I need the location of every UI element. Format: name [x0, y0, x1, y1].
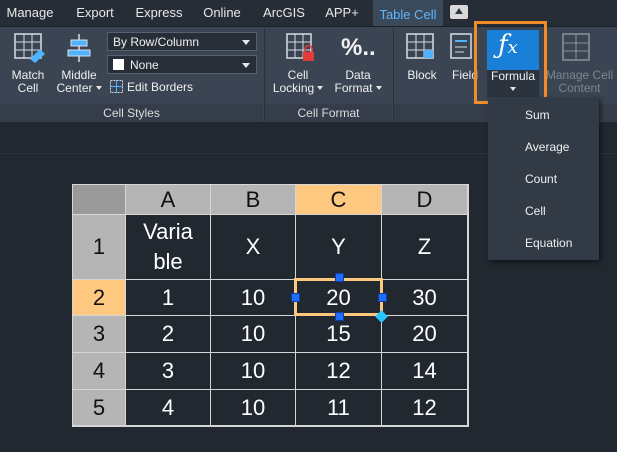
- selected-cell-frame: [294, 278, 383, 316]
- tab-arcgis[interactable]: ArcGIS: [254, 0, 314, 26]
- formula-highlight-frame: [474, 21, 547, 104]
- block-label: Block: [407, 68, 437, 82]
- panel-title-cell-format: Cell Format: [265, 104, 392, 122]
- row-column-value: By Row/Column: [113, 35, 200, 49]
- cell-grip-left[interactable]: [291, 293, 300, 302]
- tab-manage[interactable]: Manage: [0, 0, 60, 26]
- tab-export[interactable]: Export: [64, 0, 126, 26]
- chevron-down-icon: [317, 86, 324, 90]
- cell-locking-button[interactable]: Cell Locking: [272, 69, 324, 95]
- borders-icon: [110, 80, 123, 96]
- menu-item-count[interactable]: Count: [525, 172, 557, 186]
- manage-cell-content-label-2: Content: [558, 81, 601, 95]
- formula-dropdown-menu: Sum Average Count Cell Equation: [488, 97, 599, 260]
- block-button[interactable]: Block: [403, 69, 441, 82]
- block-icon: [406, 33, 436, 68]
- color-swatch-icon: [113, 59, 124, 70]
- data-format-label-2: Format: [330, 82, 386, 95]
- percent-format-icon: %..: [341, 34, 376, 61]
- cell-grip-right[interactable]: [378, 293, 387, 302]
- row-column-select[interactable]: By Row/Column: [107, 32, 257, 51]
- tab-online[interactable]: Online: [192, 0, 252, 26]
- cell-locking-text: Locking: [272, 81, 315, 95]
- tab-table-cell[interactable]: Table Cell: [373, 0, 443, 26]
- menu-item-sum[interactable]: Sum: [525, 108, 550, 122]
- cell-grip-top[interactable]: [335, 273, 344, 282]
- edit-borders-button[interactable]: Edit Borders: [110, 80, 210, 96]
- data-format-text: Format: [334, 81, 373, 95]
- match-cell-icon: [14, 33, 46, 68]
- data-format-button[interactable]: Data Format: [330, 69, 386, 95]
- middle-center-label-2: Center: [54, 82, 104, 95]
- alignment-icon: [64, 33, 94, 68]
- tab-express[interactable]: Express: [128, 0, 190, 26]
- chevron-down-icon: [242, 40, 250, 45]
- chevron-down-icon: [95, 86, 102, 90]
- chevron-down-icon: [242, 63, 250, 68]
- border-color-value: None: [130, 58, 159, 72]
- panel-title-cell-styles: Cell Styles: [0, 104, 263, 122]
- match-cell-label-2: Cell: [17, 81, 39, 95]
- cell-grip-bottom[interactable]: [335, 312, 344, 321]
- cell-locking-label-2: Locking: [272, 82, 324, 95]
- chevron-down-icon: [375, 86, 382, 90]
- menu-item-equation[interactable]: Equation: [525, 236, 572, 250]
- menu-item-average[interactable]: Average: [525, 140, 569, 154]
- field-icon: [450, 33, 474, 68]
- manage-cell-content-icon: [562, 33, 592, 68]
- middle-center-button[interactable]: Middle Center: [54, 69, 104, 95]
- match-cell-button[interactable]: Match Cell: [6, 69, 50, 95]
- middle-center-text: Center: [56, 81, 93, 95]
- cell-locking-icon: [286, 33, 316, 68]
- menu-item-cell[interactable]: Cell: [525, 204, 546, 218]
- edit-borders-label: Edit Borders: [127, 80, 194, 94]
- tab-app-plus[interactable]: APP+: [316, 0, 368, 26]
- border-color-select[interactable]: None: [107, 55, 257, 74]
- table-outline: [72, 184, 469, 427]
- manage-cell-content-button: Manage Cell Content: [542, 69, 617, 95]
- minimize-ribbon-icon[interactable]: [450, 5, 468, 19]
